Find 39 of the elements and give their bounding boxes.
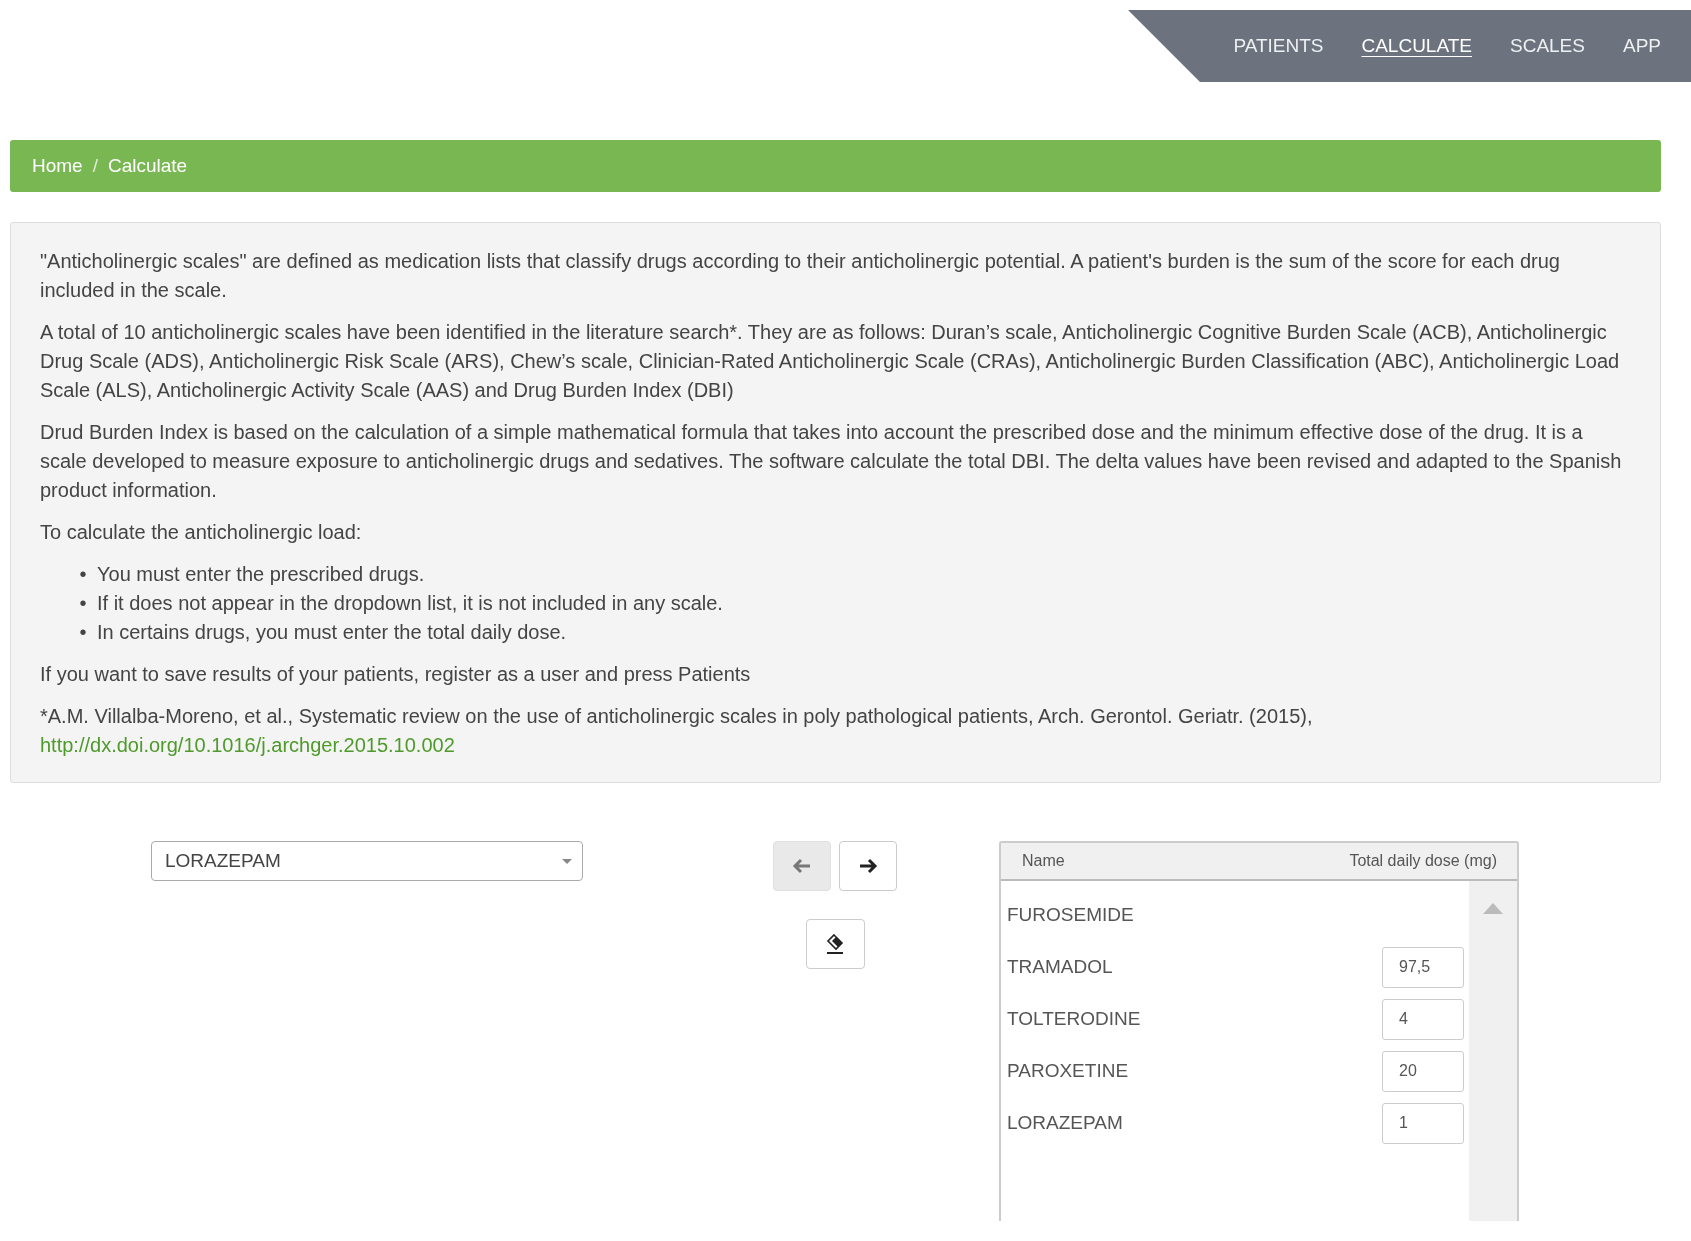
- column-header: Total daily dose (mg): [1349, 851, 1497, 871]
- info-paragraph: Drud Burden Index is based on the calculation of a simple mathematical formula that takes into account the prescribed dose and the minimum effective dose of the drug. It is a scale developed to measure exposure to anticholinergic drugs and sedatives. The software calculate the total DBI. The delta values have been revised and adapted to the Spanish product information.: [40, 420, 1623, 503]
- list-item: If it does not appear in the dropdown list, it is not included in any scale.: [97, 591, 723, 616]
- left-arrow-icon: [792, 858, 812, 874]
- breadcrumb-link[interactable]: Home: [32, 151, 83, 181]
- list-item: In certains drugs, you must enter the total daily dose.: [97, 620, 567, 645]
- drug-name: TRAMADOL: [1007, 954, 1113, 979]
- info-paragraph: If you want to save results of your patients, register as a user and press Patients: [40, 662, 752, 687]
- eraser-icon: [825, 933, 845, 955]
- bullet: •: [78, 591, 88, 616]
- dose-input[interactable]: 97,5: [1382, 946, 1464, 988]
- scrollbar[interactable]: [1469, 881, 1517, 1221]
- nav-link-item[interactable]: CALCULATE: [1361, 31, 1472, 61]
- dose-input[interactable]: 1: [1382, 1102, 1464, 1144]
- bullet: •: [78, 562, 88, 587]
- nav-link-item[interactable]: PATIENTS: [1233, 31, 1324, 61]
- breadcrumb-separator: /: [92, 153, 98, 178]
- bullet: •: [78, 620, 88, 645]
- nav-link-item[interactable]: SCALES: [1510, 31, 1585, 61]
- info-paragraph: A total of 10 anticholinergic scales have been identified in the literature search*. They are as follows: Duran’s scale, Anticholinergic Cognitive Burden Scale (ACB), Anticholinergic Drug Scale (ADS), Anticholinergic Risk Scale (ARS), Chew’s scale, Clinician-Rated Anticholinergic Scale (CRAs), Anticholinergic Burden Classification (ABC), Anticholinergic Load Scale (ALS), Anticholinergic Activity Scale (AAS) and Drug Burden Index (DBI): [40, 320, 1621, 403]
- move-right-button[interactable]: [839, 841, 897, 891]
- nav-link-item[interactable]: APP: [1622, 31, 1661, 61]
- doi-link[interactable]: http://dx.doi.org/10.1016/j.archger.2015.10.002: [40, 734, 455, 756]
- drug-name: TOLTERODINE: [1007, 1006, 1141, 1031]
- drug-name: FUROSEMIDE: [1007, 902, 1134, 927]
- dose-input[interactable]: 20: [1382, 1050, 1464, 1092]
- drug-select[interactable]: LORAZEPAM: [151, 841, 583, 881]
- clear-button[interactable]: [805, 919, 865, 969]
- breadcrumb-current: Calculate: [107, 153, 188, 178]
- info-paragraph: "Anticholinergic scales" are defined as medication lists that classify drugs according to their anticholinergic potential. A patient's burden is the sum of the score for each drug included in the scale.: [40, 249, 1561, 303]
- drug-name: PAROXETINE: [1007, 1058, 1129, 1083]
- column-header: Name: [1022, 851, 1065, 871]
- info-paragraph: To calculate the anticholinergic load:: [40, 520, 363, 545]
- right-arrow-icon: [858, 858, 878, 874]
- reference-text: *A.M. Villalba-Moreno, et al., Systematic review on the use of anticholinergic scales in poly pathological patients, Arch. Gerontol. Geriatr. (2015), http://dx.doi.org/10.1016/j.archger.2015.10.002: [40, 704, 1314, 758]
- drug-name: LORAZEPAM: [1007, 1110, 1123, 1135]
- list-item: You must enter the prescribed drugs.: [97, 562, 425, 587]
- caret-icon: [562, 858, 572, 864]
- dose-input[interactable]: 4: [1382, 998, 1464, 1040]
